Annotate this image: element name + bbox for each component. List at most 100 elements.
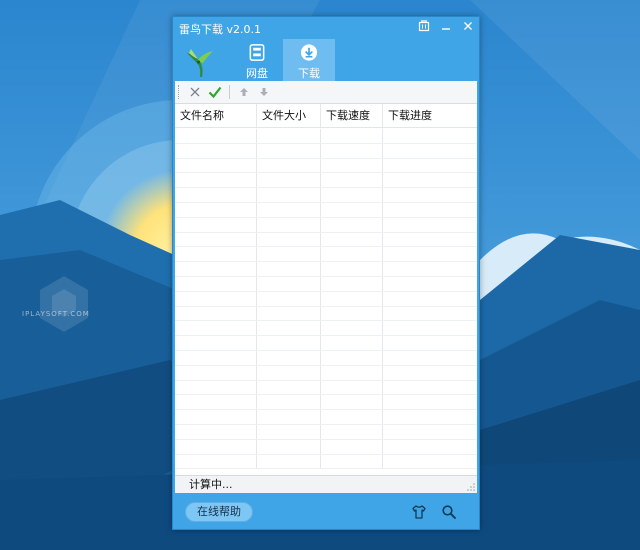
list-cell [175, 276, 257, 291]
list-row [175, 395, 477, 411]
list-cell [383, 410, 477, 424]
list-cell [175, 410, 257, 424]
list-row [175, 306, 477, 322]
search-icon[interactable] [441, 504, 457, 520]
list-cell [257, 365, 321, 380]
list-cell [257, 188, 321, 202]
list-cell [383, 218, 477, 232]
list-cell [175, 380, 257, 395]
list-cell [383, 144, 477, 158]
skin-button[interactable] [413, 17, 435, 34]
list-cell [321, 262, 383, 276]
minimize-button[interactable] [435, 17, 457, 34]
list-row [175, 454, 477, 470]
list-cell [383, 262, 477, 276]
delete-button[interactable] [187, 84, 203, 100]
confirm-icon [208, 86, 222, 99]
list-cell [175, 262, 257, 276]
list-cell [383, 381, 477, 395]
close-button[interactable] [457, 17, 479, 34]
list-cell [321, 276, 383, 291]
list-cell [321, 232, 383, 247]
desktop-watermark: IPLAYSOFT.COM [22, 310, 90, 318]
thunderbird-logo [187, 49, 213, 77]
list-cell [383, 455, 477, 469]
list-row [175, 232, 477, 248]
list-cell [257, 306, 321, 321]
list-cell [321, 202, 383, 217]
download-icon [300, 44, 318, 61]
skin-icon [418, 19, 430, 31]
main-tabs: 网盘 下载 [231, 39, 335, 81]
disk-icon [249, 44, 265, 61]
column-header-name[interactable]: 文件名称 [175, 104, 257, 127]
list-row [175, 291, 477, 307]
close-icon [464, 21, 472, 30]
list-row [175, 424, 477, 440]
list-row [175, 321, 477, 337]
list-cell [383, 129, 477, 143]
list-cell [321, 321, 383, 336]
list-row [175, 262, 477, 277]
list-cell [383, 277, 477, 291]
list-cell [175, 454, 257, 469]
list-cell [175, 336, 257, 350]
toolbar-separator [229, 85, 230, 99]
tab-disk-label: 网盘 [246, 67, 268, 80]
list-cell [175, 350, 257, 365]
list-cell [321, 143, 383, 158]
list-row [175, 158, 477, 174]
list-header: 文件名称 文件大小 下载速度 下载进度 [175, 104, 477, 128]
list-cell [257, 336, 321, 350]
list-row [175, 350, 477, 366]
list-cell [383, 307, 477, 321]
list-cell [257, 439, 321, 454]
window-footer: 在线帮助 [173, 494, 479, 530]
list-toolbar [175, 81, 477, 104]
toolbar-grip [178, 85, 181, 99]
list-cell [321, 365, 383, 380]
window-controls [413, 17, 479, 35]
list-cell [257, 321, 321, 336]
list-cell [257, 395, 321, 410]
column-header-progress[interactable]: 下载进度 [383, 104, 477, 127]
list-cell [175, 291, 257, 306]
list-cell [257, 232, 321, 247]
list-cell [175, 143, 257, 158]
list-cell [383, 233, 477, 247]
move-down-icon [260, 88, 268, 96]
column-header-size[interactable]: 文件大小 [257, 104, 321, 127]
list-cell [383, 366, 477, 380]
list-cell [383, 173, 477, 187]
list-cell [175, 158, 257, 173]
move-down-button[interactable] [256, 84, 272, 100]
shirt-icon[interactable] [411, 504, 427, 520]
list-cell [257, 262, 321, 276]
list-cell [257, 291, 321, 306]
list-row [175, 439, 477, 455]
tab-download[interactable]: 下载 [283, 39, 335, 81]
list-cell [321, 188, 383, 202]
list-cell [321, 410, 383, 424]
list-cell [383, 188, 477, 202]
list-row [175, 173, 477, 189]
app-window: 雷鸟下载 v2.0.1 网盘 下载 文件名称 文件大小 下载速度 下载进度 计算… [172, 16, 480, 530]
list-cell [175, 424, 257, 439]
move-up-button[interactable] [236, 84, 252, 100]
minimize-icon [442, 27, 450, 30]
list-rows [175, 129, 477, 475]
list-cell [257, 380, 321, 395]
download-list[interactable]: 文件名称 文件大小 下载速度 下载进度 [175, 104, 477, 475]
list-row [175, 217, 477, 233]
column-header-speed[interactable]: 下载速度 [321, 104, 383, 127]
list-row [175, 202, 477, 218]
list-cell [321, 454, 383, 469]
list-cell [257, 350, 321, 365]
tab-disk[interactable]: 网盘 [231, 39, 283, 81]
list-row [175, 188, 477, 203]
confirm-button[interactable] [207, 84, 223, 100]
tab-download-label: 下载 [298, 67, 320, 80]
online-help-button[interactable]: 在线帮助 [185, 502, 253, 522]
list-cell [321, 129, 383, 143]
resize-grip-icon[interactable] [467, 483, 475, 491]
